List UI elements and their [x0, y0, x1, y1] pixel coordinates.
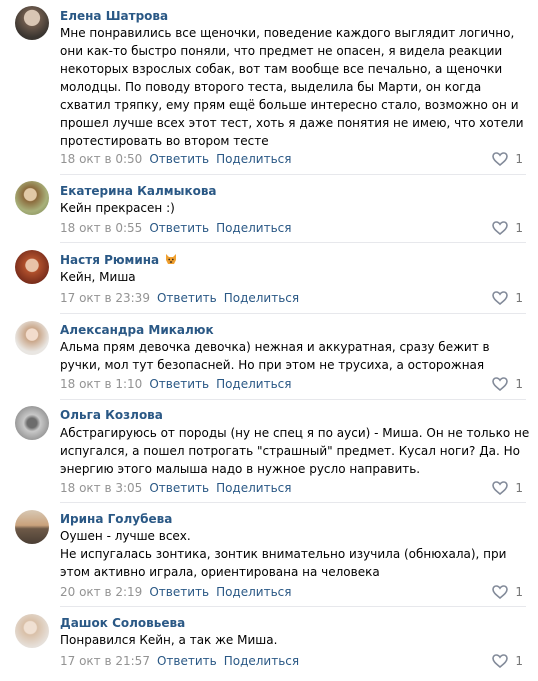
like-count: 1 — [515, 291, 523, 305]
comment-author[interactable]: Екатерина Калмыкова — [60, 183, 217, 199]
heart-icon — [492, 221, 509, 235]
comment-date[interactable]: 17 окт в 21:57 — [60, 654, 150, 668]
like-button[interactable]: 1 — [492, 584, 523, 600]
comment-date[interactable]: 17 окт в 23:39 — [60, 291, 150, 305]
comment-meta: 18 окт в 0:50 Ответить Поделиться — [60, 151, 291, 167]
comment-meta: 18 окт в 3:05 Ответить Поделиться — [60, 480, 291, 496]
share-link[interactable]: Поделиться — [224, 291, 299, 305]
reply-link[interactable]: Ответить — [149, 221, 209, 235]
comment-meta: 17 окт в 23:39 Ответить Поделиться — [60, 290, 299, 306]
comment-author[interactable]: Ирина Голубева — [60, 511, 172, 527]
like-count: 1 — [515, 481, 523, 495]
like-button[interactable]: 1 — [492, 376, 523, 392]
heart-icon — [492, 585, 509, 599]
like-count: 1 — [515, 654, 523, 668]
comment-author[interactable]: Александра Микалюк — [60, 322, 214, 338]
divider — [60, 399, 526, 400]
comment-date[interactable]: 18 окт в 0:50 — [60, 152, 142, 166]
share-link[interactable]: Поделиться — [216, 221, 291, 235]
divider — [60, 502, 526, 503]
comment-meta: 20 окт в 2:19 Ответить Поделиться — [60, 584, 291, 600]
comment-date[interactable]: 18 окт в 3:05 — [60, 481, 142, 495]
share-link[interactable]: Поделиться — [216, 585, 291, 599]
like-button[interactable]: 1 — [492, 653, 523, 669]
author-name[interactable]: Настя Рюмина — [60, 253, 159, 267]
comment-meta: 18 окт в 1:10 Ответить Поделиться — [60, 376, 291, 392]
like-button[interactable]: 1 — [492, 290, 523, 306]
avatar[interactable] — [15, 181, 49, 215]
comment-date[interactable]: 18 окт в 1:10 — [60, 377, 142, 391]
like-button[interactable]: 1 — [492, 151, 523, 167]
like-button[interactable]: 1 — [492, 220, 523, 236]
comment-text: Абстрагируюсь от породы (ну не спец я по… — [60, 426, 534, 476]
heart-icon — [492, 654, 509, 668]
divider — [60, 242, 526, 243]
comment-date[interactable]: 20 окт в 2:19 — [60, 585, 142, 599]
comment-author[interactable]: Елена Шатрова — [60, 8, 168, 24]
reply-link[interactable]: Ответить — [157, 291, 217, 305]
comment-meta: 17 окт в 21:57 Ответить Поделиться — [60, 653, 299, 669]
reply-link[interactable]: Ответить — [149, 152, 209, 166]
avatar[interactable] — [15, 321, 49, 355]
comment-meta: 18 окт в 0:55 Ответить Поделиться — [60, 220, 291, 236]
avatar[interactable] — [15, 250, 49, 284]
share-link[interactable]: Поделиться — [216, 377, 291, 391]
comment-text: Мне понравились все щеночки, поведение к… — [60, 26, 528, 148]
heart-icon — [492, 291, 509, 305]
avatar[interactable] — [15, 614, 49, 648]
comment-author[interactable]: Дашок Соловьева — [60, 615, 185, 631]
comment-text: Понравился Кейн, а так же Миша. — [60, 633, 278, 647]
divider — [60, 606, 526, 607]
reply-link[interactable]: Ответить — [149, 481, 209, 495]
comment-author[interactable]: Ольга Козлова — [60, 407, 163, 423]
like-count: 1 — [515, 585, 523, 599]
avatar[interactable] — [15, 510, 49, 544]
like-count: 1 — [515, 377, 523, 391]
comment-text: Альма прям девочка девочка) нежная и акк… — [60, 340, 494, 372]
comment-text: Оушен - лучше всех. Не испугалась зонтик… — [60, 529, 507, 579]
like-count: 1 — [515, 152, 523, 166]
comment-text: Кейн, Миша — [60, 270, 136, 284]
like-button[interactable]: 1 — [492, 480, 523, 496]
reply-link[interactable]: Ответить — [149, 585, 209, 599]
heart-icon — [492, 152, 509, 166]
avatar[interactable] — [15, 6, 49, 40]
share-link[interactable]: Поделиться — [216, 481, 291, 495]
share-link[interactable]: Поделиться — [224, 654, 299, 668]
reply-link[interactable]: Ответить — [157, 654, 217, 668]
divider — [60, 174, 526, 175]
reply-link[interactable]: Ответить — [149, 377, 209, 391]
comment-text: Кейн прекрасен :) — [60, 201, 175, 215]
divider — [60, 313, 526, 314]
like-count: 1 — [515, 221, 523, 235]
comment-date[interactable]: 18 окт в 0:55 — [60, 221, 142, 235]
heart-icon — [492, 377, 509, 391]
share-link[interactable]: Поделиться — [216, 152, 291, 166]
avatar[interactable] — [15, 406, 49, 440]
heart-icon — [492, 481, 509, 495]
